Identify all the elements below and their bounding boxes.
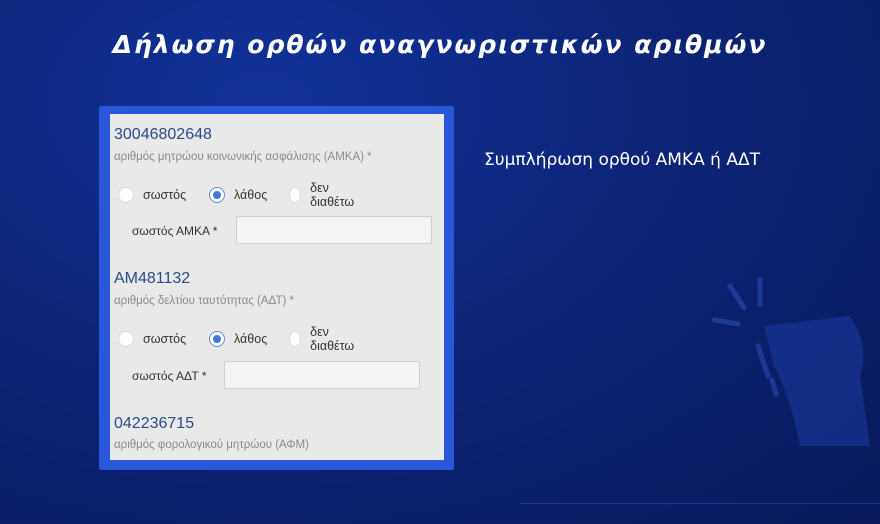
radio-label: λάθος <box>234 332 268 346</box>
afm-label: αριθμός φορολογικού μητρώου (ΑΦΜ) <box>114 439 309 451</box>
amka-value: 30046802648 <box>114 126 212 143</box>
radio-circle[interactable] <box>118 331 134 347</box>
afm-value: 042236715 <box>114 415 195 432</box>
radio-circle[interactable] <box>118 187 134 203</box>
adt-radio-correct[interactable]: σωστός <box>118 328 186 350</box>
adt-correct-input[interactable] <box>224 361 420 389</box>
identifier-form: 30046802648 αριθμός μητρώου κοινωνικής α… <box>110 114 444 460</box>
adt-radio-wrong[interactable]: λάθος <box>209 328 267 350</box>
amka-radio-none[interactable]: δεν διαθέτω <box>289 181 358 209</box>
radio-label: σωστός <box>143 188 187 202</box>
amka-correct-label: σωστός ΑΜΚΑ * <box>132 224 218 238</box>
radio-circle[interactable] <box>289 331 302 347</box>
radio-circle-checked[interactable] <box>209 187 225 203</box>
slide-caption: Συμπλήρωση ορθού ΑΜΚΑ ή ΑΔΤ <box>484 150 760 170</box>
radio-label: σωστός <box>143 332 187 346</box>
radio-label: δεν διαθέτω <box>310 325 355 353</box>
divider-line <box>520 503 880 504</box>
adt-value: AM481132 <box>114 270 191 287</box>
amka-label: αριθμός μητρώου κοινωνικής ασφάλισης (ΑΜ… <box>114 151 372 163</box>
radio-label: λάθος <box>234 188 268 202</box>
radio-circle[interactable] <box>289 187 302 203</box>
amka-radio-correct[interactable]: σωστός <box>118 184 186 206</box>
amka-radio-wrong[interactable]: λάθος <box>209 184 267 206</box>
amka-correct-input[interactable] <box>236 216 432 244</box>
adt-correct-label: σωστός ΑΔΤ * <box>132 369 207 383</box>
megaphone-icon <box>711 277 870 446</box>
radio-circle-checked[interactable] <box>209 331 225 347</box>
slide-title: Δήλωση ορθών αναγνωριστικών αριθμών <box>112 30 768 59</box>
adt-radio-none[interactable]: δεν διαθέτω <box>289 325 358 353</box>
radio-label: δεν διαθέτω <box>310 181 355 209</box>
adt-label: αριθμός δελτίου ταυτότητας (ΑΔΤ) * <box>114 295 294 307</box>
